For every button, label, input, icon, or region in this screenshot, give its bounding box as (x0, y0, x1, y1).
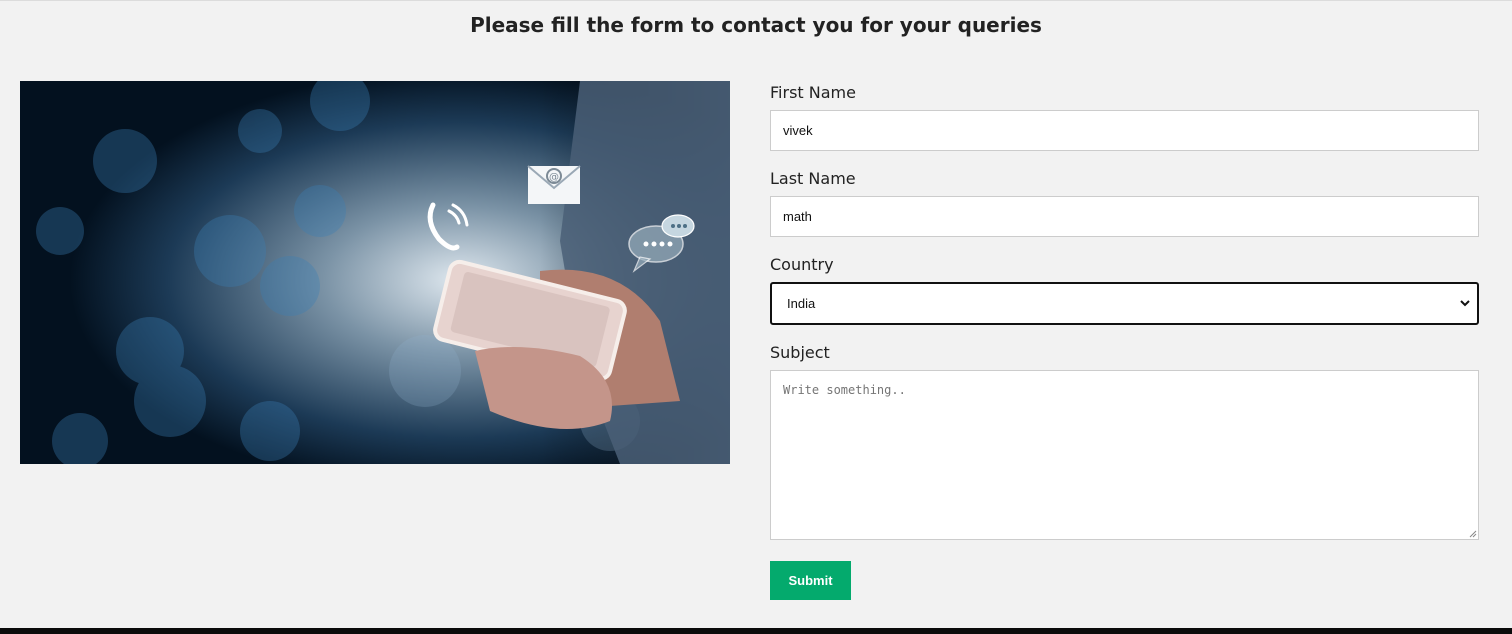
country-select[interactable]: India (770, 282, 1479, 325)
subject-textarea[interactable]: Write something.. (770, 370, 1479, 540)
country-label: Country (770, 255, 834, 274)
first-name-input[interactable]: vivek (770, 110, 1479, 151)
first-name-label: First Name (770, 83, 856, 102)
country-selected-value: India (787, 296, 816, 311)
resize-grip-icon[interactable] (1467, 528, 1477, 538)
page-title: Please fill the form to contact you for … (470, 13, 1042, 37)
svg-text:@: @ (549, 172, 559, 183)
last-name-input[interactable]: math (770, 196, 1479, 237)
chevron-down-icon (1460, 300, 1470, 307)
last-name-label: Last Name (770, 169, 856, 188)
contact-page: Please fill the form to contact you for … (0, 0, 1512, 628)
submit-button[interactable]: Submit (770, 561, 851, 600)
email-icon: @ (527, 165, 581, 204)
subject-label: Subject (770, 343, 830, 362)
subject-placeholder: Write something.. (783, 383, 906, 397)
contact-hero-image: @ (20, 81, 730, 464)
